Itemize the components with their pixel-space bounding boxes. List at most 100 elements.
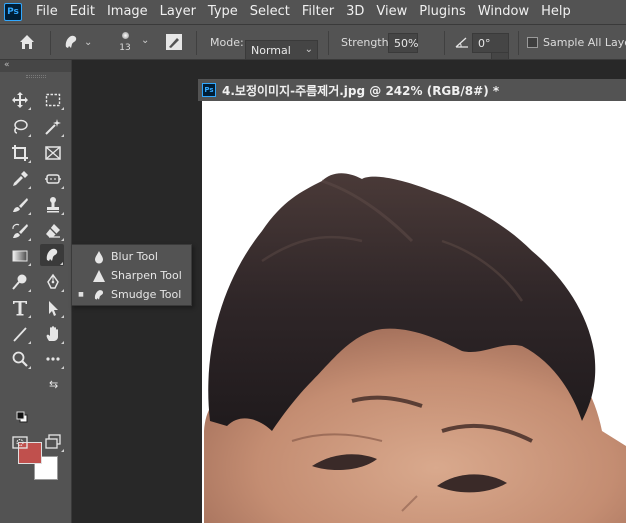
crop-icon	[12, 145, 28, 161]
magic-wand-tool[interactable]	[41, 116, 65, 138]
lasso-tool[interactable]	[8, 116, 32, 138]
home-button[interactable]	[18, 33, 36, 51]
line-icon	[13, 327, 27, 342]
lasso-icon	[14, 119, 28, 134]
screen-mode-button[interactable]	[41, 431, 65, 453]
sharpen-tool-item[interactable]: Sharpen Tool	[72, 266, 193, 285]
menu-view[interactable]: View	[370, 0, 413, 24]
menu-image[interactable]: Image	[101, 0, 154, 24]
submenu-indicator	[61, 315, 64, 318]
sharpen-tool-label: Sharpen Tool	[111, 269, 182, 282]
menu-layer[interactable]: Layer	[154, 0, 202, 24]
default-colors-icon[interactable]	[16, 411, 28, 423]
collapse-panel-button[interactable]: «	[0, 60, 71, 72]
type-tool[interactable]	[8, 297, 32, 319]
brush-icon	[13, 198, 28, 212]
history-brush-tool[interactable]	[8, 220, 32, 242]
brush-preset-picker[interactable]: 13	[112, 28, 138, 53]
eyedropper-icon	[13, 171, 28, 186]
panel-grip[interactable]	[26, 75, 46, 78]
mode-dropdown[interactable]: Normal ⌄	[245, 40, 318, 60]
menu-filter[interactable]: Filter	[296, 0, 340, 24]
smudge-tool-item[interactable]: ■ Smudge Tool	[72, 285, 193, 304]
quick-mask-button[interactable]	[8, 431, 32, 453]
frame-icon	[45, 146, 61, 160]
smudge-finger-icon	[46, 248, 58, 261]
submenu-indicator	[61, 366, 64, 369]
options-bar: ⌄ 13 ⌄ Mode: Normal ⌄ Strength: 50% ⌄ 0°…	[0, 24, 626, 60]
tool-preset-picker[interactable]: ⌄	[62, 33, 92, 51]
submenu-indicator	[28, 134, 31, 137]
magic-wand-icon	[45, 119, 61, 135]
document-ps-icon: Ps	[202, 83, 216, 97]
document-tab[interactable]: Ps 4.보정이미지-주름제거.jpg @ 242% (RGB/8#) *	[198, 79, 626, 101]
spot-healing-tool[interactable]	[41, 168, 65, 190]
menu-window[interactable]: Window	[472, 0, 535, 24]
smudge-tool[interactable]	[40, 244, 64, 266]
submenu-indicator	[61, 449, 64, 452]
submenu-indicator	[61, 134, 64, 137]
pen-tool[interactable]	[41, 271, 65, 293]
mode-label: Mode:	[210, 36, 244, 49]
angle-input[interactable]: 0°	[472, 33, 509, 53]
brush-settings-toggle[interactable]	[165, 33, 183, 51]
zoom-tool[interactable]	[8, 348, 32, 370]
submenu-indicator	[28, 289, 31, 292]
submenu-indicator	[28, 160, 31, 163]
separator	[196, 31, 197, 55]
angle-icon	[455, 37, 468, 48]
drop-icon	[90, 249, 108, 265]
submenu-indicator	[61, 341, 64, 344]
gradient-tool[interactable]	[8, 245, 32, 267]
brush-tip-icon	[121, 32, 129, 39]
image-canvas[interactable]	[202, 101, 626, 523]
menu-edit[interactable]: Edit	[64, 0, 101, 24]
blur-tool-item[interactable]: Blur Tool	[72, 247, 193, 266]
smudge-tool-label: Smudge Tool	[111, 288, 182, 301]
home-icon	[20, 35, 34, 49]
edit-toolbar-button[interactable]	[41, 348, 65, 370]
rectangular-marquee-tool[interactable]	[41, 89, 65, 111]
angle-icon-wrap	[455, 35, 469, 49]
menu-3d[interactable]: 3D	[340, 0, 370, 24]
gradient-icon	[12, 250, 28, 262]
submenu-indicator	[28, 107, 31, 110]
separator	[444, 31, 445, 55]
crop-tool[interactable]	[8, 142, 32, 164]
type-icon	[13, 301, 27, 316]
swap-colors-icon[interactable]: ⇆	[49, 378, 58, 391]
checkbox-box	[527, 37, 538, 48]
mode-value: Normal	[251, 43, 291, 57]
portrait-photo	[202, 101, 626, 523]
dodge-icon	[12, 274, 27, 290]
sample-all-layers-checkbox[interactable]: Sample All Layers	[527, 36, 626, 49]
hand-tool[interactable]	[41, 323, 65, 345]
submenu-indicator	[28, 238, 31, 241]
submenu-indicator	[28, 315, 31, 318]
line-tool[interactable]	[8, 323, 32, 345]
chevron-down-icon[interactable]: ⌄	[141, 35, 149, 46]
strength-input[interactable]: 50%	[388, 33, 418, 53]
strength-label: Strength:	[341, 36, 393, 49]
clone-stamp-tool[interactable]	[41, 194, 65, 216]
menu-plugins[interactable]: Plugins	[413, 0, 472, 24]
submenu-indicator	[28, 341, 31, 344]
submenu-indicator	[61, 238, 64, 241]
path-selection-tool[interactable]	[41, 297, 65, 319]
eyedropper-tool[interactable]	[8, 168, 32, 190]
frame-tool[interactable]	[41, 142, 65, 164]
menu-bar: Ps File Edit Image Layer Type Select Fil…	[0, 0, 626, 24]
eraser-tool[interactable]	[41, 220, 65, 242]
move-icon	[12, 92, 28, 108]
brush-tool[interactable]	[8, 194, 32, 216]
arrow-cursor-icon	[49, 301, 58, 316]
stamp-icon	[47, 197, 59, 213]
menu-help[interactable]: Help	[535, 0, 577, 24]
separator	[518, 31, 519, 55]
finger-icon	[90, 287, 108, 303]
menu-select[interactable]: Select	[244, 0, 296, 24]
dodge-tool[interactable]	[8, 271, 32, 293]
menu-type[interactable]: Type	[202, 0, 244, 24]
menu-file[interactable]: File	[30, 0, 64, 24]
move-tool[interactable]	[8, 89, 32, 111]
